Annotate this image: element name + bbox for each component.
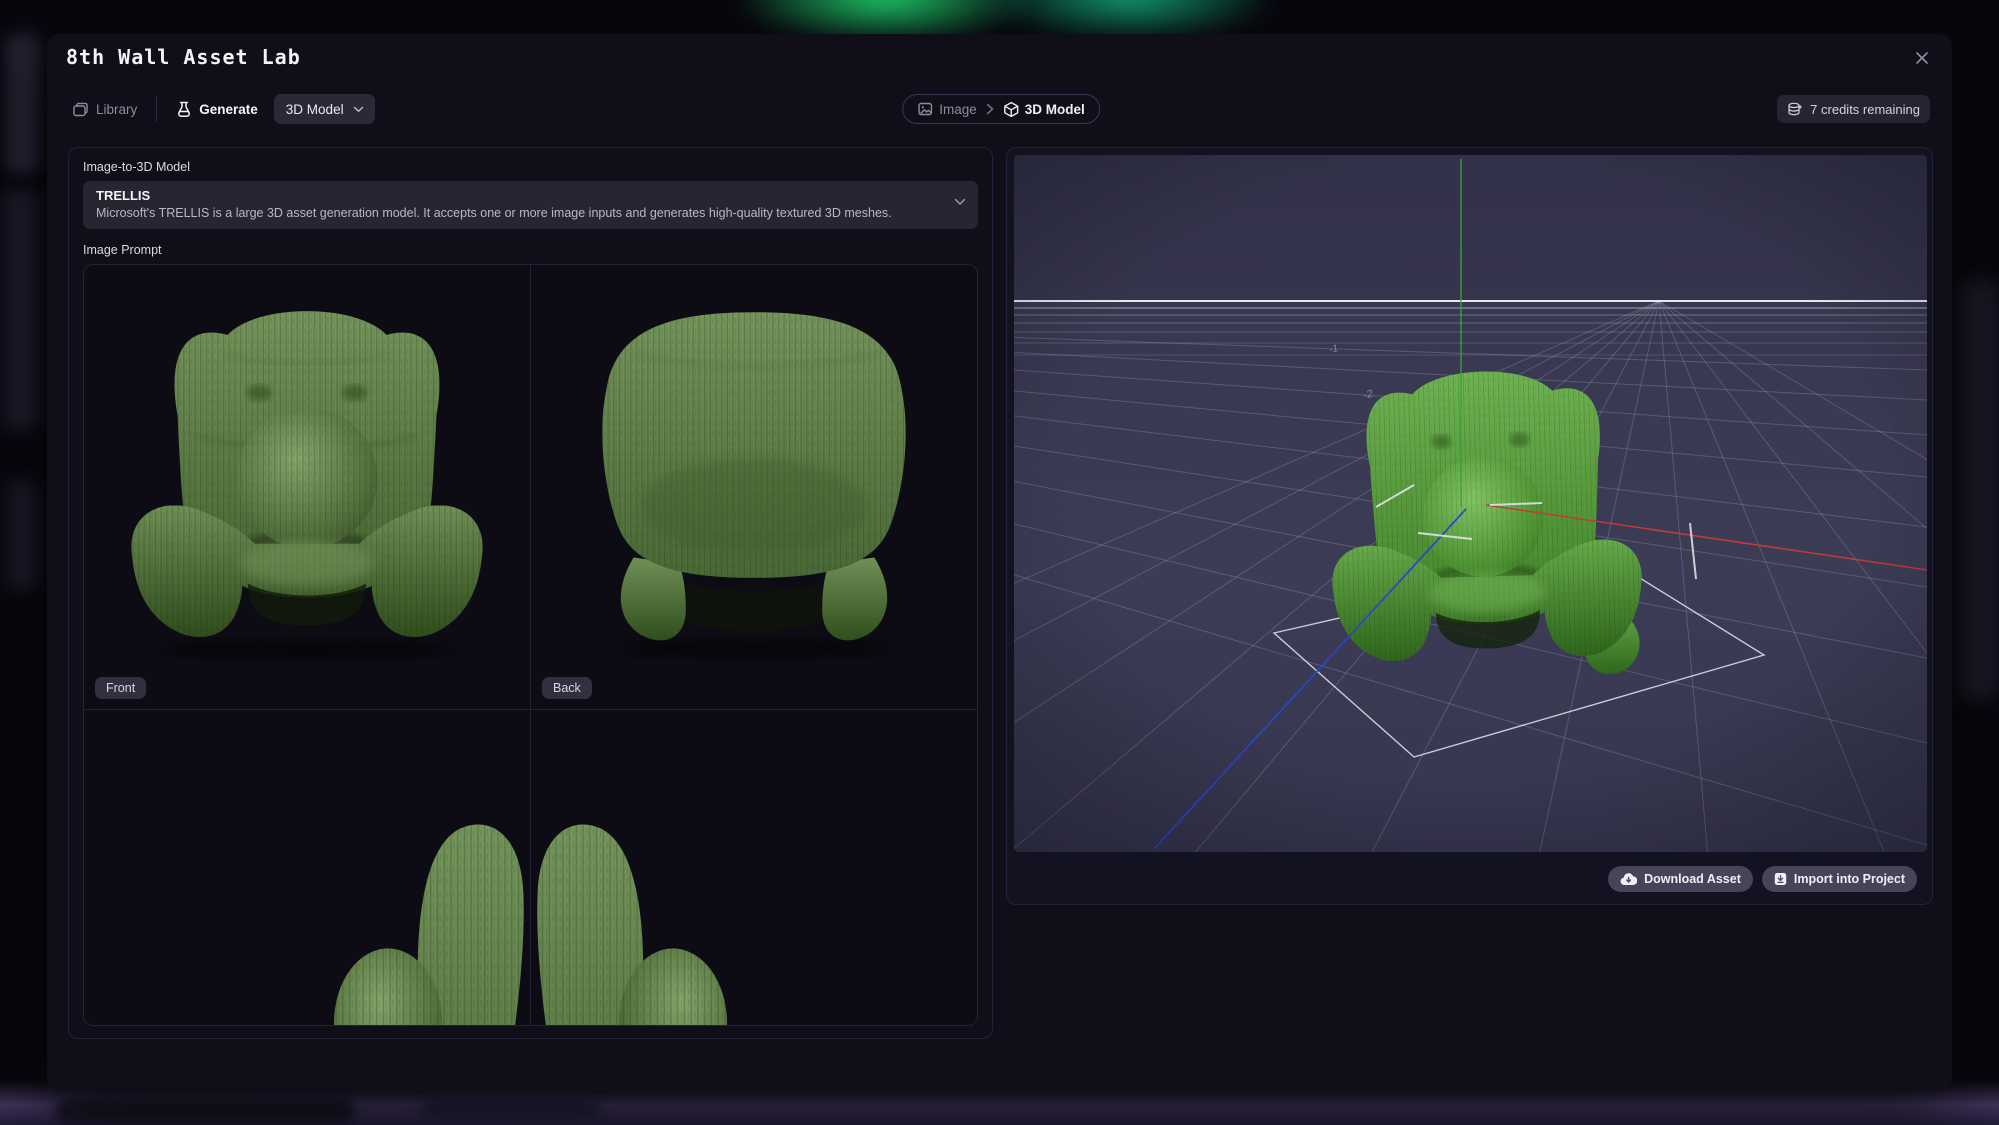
- screen: 8th Wall Asset Lab Library Gene: [0, 0, 1999, 1125]
- chair-back-image: [561, 285, 947, 663]
- image-cell-back[interactable]: Back: [531, 265, 977, 709]
- model-description: Microsoft's TRELLIS is a large 3D asset …: [96, 206, 940, 220]
- chevron-right-icon: [986, 103, 994, 115]
- image-cell-front[interactable]: Front: [84, 265, 530, 709]
- tab-library[interactable]: Library: [72, 101, 137, 118]
- image-cell-side-right[interactable]: [531, 710, 977, 1026]
- 3d-viewport-canvas[interactable]: -1 -2: [1014, 155, 1927, 852]
- backdrop-bottom-blur: [420, 1100, 600, 1122]
- download-asset-label: Download Asset: [1644, 872, 1741, 886]
- image-prompt-grid: Front Back: [83, 264, 978, 1026]
- modal-title: 8th Wall Asset Lab: [66, 45, 301, 69]
- backdrop-sidebar-blur: [8, 480, 38, 590]
- chair-side-mirrored-image: [531, 766, 977, 1026]
- model-section-label: Image-to-3D Model: [83, 160, 978, 174]
- image-cell-side-left[interactable]: [84, 710, 530, 1026]
- breadcrumb-step-model[interactable]: 3D Model: [1003, 101, 1085, 118]
- chevron-down-icon: [353, 106, 364, 113]
- viewer-panel: -1 -2: [1006, 147, 1933, 905]
- chevron-down-icon: [954, 198, 966, 206]
- import-box-icon: [1774, 872, 1787, 886]
- flask-icon: [176, 101, 192, 118]
- backdrop-sidebar-blur: [6, 34, 40, 174]
- 3d-scene: -1 -2: [1014, 155, 1927, 852]
- cube-icon: [1003, 101, 1019, 118]
- import-into-project-label: Import into Project: [1794, 872, 1905, 886]
- breadcrumb-step-image[interactable]: Image: [917, 101, 977, 117]
- backdrop-bottom-blur: [55, 1098, 355, 1124]
- model-type-dropdown[interactable]: 3D Model: [274, 94, 375, 124]
- nav-divider: [156, 96, 157, 122]
- chair-side-image: [84, 766, 530, 1026]
- breadcrumb-step-image-label: Image: [939, 102, 977, 117]
- import-into-project-button[interactable]: Import into Project: [1762, 866, 1917, 892]
- credits-label: 7 credits remaining: [1810, 102, 1920, 117]
- credits-coins-icon: [1787, 102, 1803, 117]
- generation-form-panel: Image-to-3D Model TRELLIS Microsoft's TR…: [68, 147, 993, 1039]
- tab-generate-label: Generate: [199, 102, 258, 117]
- close-icon: [1914, 50, 1930, 66]
- cloud-download-icon: [1620, 873, 1637, 886]
- backdrop-right-blur: [1958, 280, 1998, 700]
- image-view-badge: Front: [95, 677, 146, 699]
- viewport-actions: Download Asset Import into Project: [1608, 866, 1917, 892]
- tab-generate[interactable]: Generate: [176, 101, 258, 118]
- asset-lab-modal: 8th Wall Asset Lab Library Gene: [47, 34, 1952, 1090]
- model-type-value: 3D Model: [286, 102, 344, 117]
- download-asset-button[interactable]: Download Asset: [1608, 866, 1753, 892]
- image-prompt-label: Image Prompt: [83, 243, 978, 257]
- image-view-badge: Back: [542, 677, 592, 699]
- library-icon: [72, 101, 89, 118]
- nav-row: Library Generate 3D Model: [72, 94, 1930, 124]
- model-select-dropdown[interactable]: TRELLIS Microsoft's TRELLIS is a large 3…: [83, 181, 978, 229]
- breadcrumb-step-model-label: 3D Model: [1025, 102, 1085, 117]
- credits-badge: 7 credits remaining: [1777, 95, 1930, 123]
- close-button[interactable]: [1910, 46, 1934, 70]
- tab-library-label: Library: [96, 102, 137, 117]
- chair-front-image: [114, 285, 500, 663]
- image-icon: [917, 101, 933, 117]
- backdrop-sidebar-blur: [4, 190, 40, 430]
- breadcrumb: Image 3D Model: [902, 94, 1100, 124]
- model-name: TRELLIS: [96, 188, 940, 203]
